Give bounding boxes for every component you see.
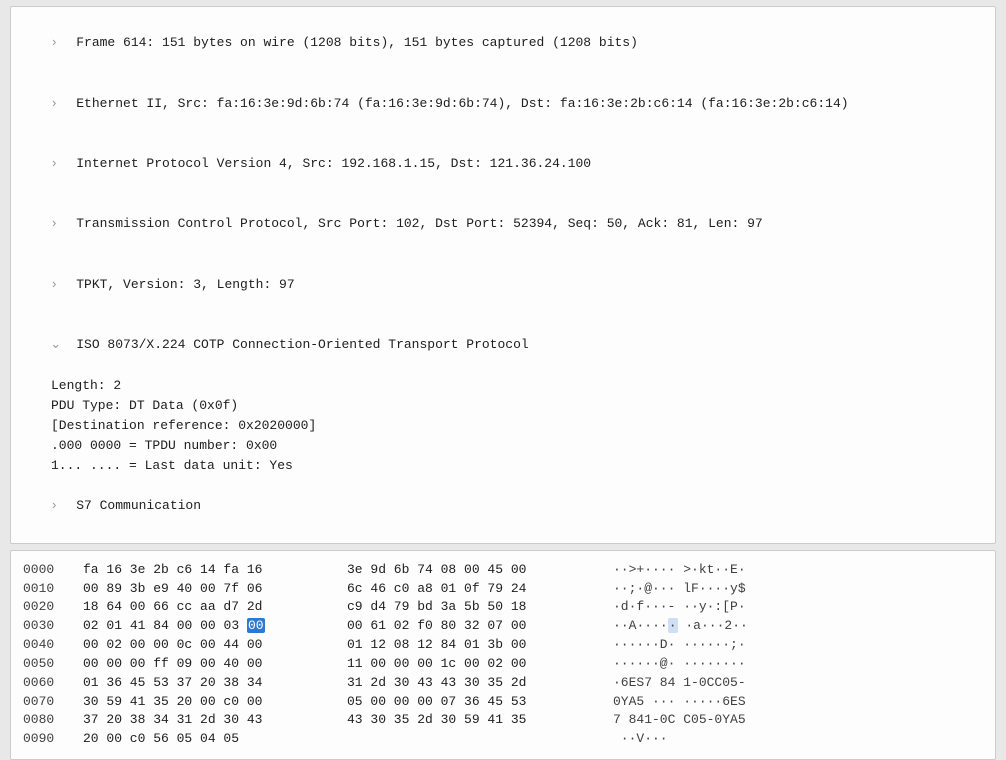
tree-item-s7[interactable]: ›S7 Communication [15,476,991,536]
hex-bytes-1[interactable]: 00 02 00 00 0c 00 44 00 [83,636,343,655]
tree-item-cotp-pdu[interactable]: PDU Type: DT Data (0x0f) [47,396,991,416]
hex-dump: 0000fa 16 3e 2b c6 14 fa 163e 9d 6b 74 0… [15,557,991,753]
chevron-right-icon: › [64,275,76,295]
tree-label: ISO 8073/X.224 COTP Connection-Oriented … [76,337,528,352]
hex-bytes-2[interactable]: c9 d4 79 bd 3a 5b 50 18 [347,598,597,617]
hex-bytes-2[interactable]: 6c 46 c0 a8 01 0f 79 24 [347,580,597,599]
tree-label: Length: 2 [51,378,121,393]
hex-ascii[interactable]: ······D· ······;· [601,636,983,655]
hex-ascii[interactable]: ·6ES7 84 1-0CC05- [601,674,983,693]
hex-bytes-1[interactable]: fa 16 3e 2b c6 14 fa 16 [83,561,343,580]
hex-offset: 0010 [23,580,79,599]
chevron-right-icon: › [64,33,76,53]
hex-ascii[interactable]: ······@· ········ [601,655,983,674]
hex-ascii[interactable]: ··V··· [601,730,983,749]
hex-bytes-1[interactable]: 00 00 00 ff 09 00 40 00 [83,655,343,674]
hex-bytes-1[interactable]: 18 64 00 66 cc aa d7 2d [83,598,343,617]
chevron-right-icon: › [64,214,76,234]
hex-bytes-2[interactable]: 11 00 00 00 1c 00 02 00 [347,655,597,674]
tree-item-cotp-dstref[interactable]: [Destination reference: 0x2020000] [47,416,991,436]
hex-offset: 0080 [23,711,79,730]
hex-offset: 0070 [23,693,79,712]
hex-ascii[interactable]: 0YA5 ··· ·····6ES [601,693,983,712]
hex-bytes-1[interactable]: 20 00 c0 56 05 04 05 [83,730,343,749]
tree-label: S7 Communication [76,498,201,513]
hex-bytes-2[interactable]: 01 12 08 12 84 01 3b 00 [347,636,597,655]
hex-bytes-2[interactable]: 31 2d 30 43 43 30 35 2d [347,674,597,693]
hex-offset: 0090 [23,730,79,749]
tree-label: 1... .... = Last data unit: Yes [51,458,293,473]
tree-item-ip[interactable]: ›Internet Protocol Version 4, Src: 192.1… [15,134,991,194]
hex-bytes-2[interactable]: 05 00 00 00 07 36 45 53 [347,693,597,712]
hex-bytes-1[interactable]: 00 89 3b e9 40 00 7f 06 [83,580,343,599]
hex-offset: 0050 [23,655,79,674]
tree-label: Internet Protocol Version 4, Src: 192.16… [76,156,591,171]
chevron-right-icon: › [64,94,76,114]
tree-label: Ethernet II, Src: fa:16:3e:9d:6b:74 (fa:… [76,96,848,111]
hex-bytes-2[interactable]: 00 61 02 f0 80 32 07 00 [347,617,597,636]
highlighted-byte: 00 [247,618,265,633]
packet-details-pane[interactable]: ›Frame 614: 151 bytes on wire (1208 bits… [10,6,996,544]
hex-bytes-1[interactable]: 02 01 41 84 00 00 03 00 [83,617,343,636]
hex-ascii[interactable]: ··>+···· >·kt··E· [601,561,983,580]
tree-label: Transmission Control Protocol, Src Port:… [76,216,763,231]
tree-children-cotp: Length: 2 PDU Type: DT Data (0x0f) [Dest… [15,376,991,477]
hex-bytes-2[interactable]: 3e 9d 6b 74 08 00 45 00 [347,561,597,580]
highlighted-ascii: · [668,618,678,633]
hex-bytes-1[interactable]: 37 20 38 34 31 2d 30 43 [83,711,343,730]
hex-ascii[interactable]: ·d·f···- ··y·:[P· [601,598,983,617]
tree-label: Frame 614: 151 bytes on wire (1208 bits)… [76,35,638,50]
hex-ascii[interactable]: 7 841-0C C05-0YA5 [601,711,983,730]
tree-item-cotp-length[interactable]: Length: 2 [47,376,991,396]
tree-label: TPKT, Version: 3, Length: 97 [76,277,294,292]
tree-label: PDU Type: DT Data (0x0f) [51,398,238,413]
hex-ascii[interactable]: ··A····· ·a···2·· [601,617,983,636]
hex-offset: 0040 [23,636,79,655]
hex-offset: 0020 [23,598,79,617]
hex-offset: 0060 [23,674,79,693]
hex-bytes-1[interactable]: 30 59 41 35 20 00 c0 00 [83,693,343,712]
hex-bytes-1[interactable]: 01 36 45 53 37 20 38 34 [83,674,343,693]
hex-bytes-2[interactable] [347,730,597,749]
tree-item-cotp-tpdunum[interactable]: .000 0000 = TPDU number: 0x00 [47,436,991,456]
hex-offset: 0000 [23,561,79,580]
tree-item-tcp[interactable]: ›Transmission Control Protocol, Src Port… [15,194,991,254]
tree-label: .000 0000 = TPDU number: 0x00 [51,438,277,453]
hex-ascii[interactable]: ··;·@··· lF····y$ [601,580,983,599]
packet-bytes-pane[interactable]: 0000fa 16 3e 2b c6 14 fa 163e 9d 6b 74 0… [10,550,996,760]
chevron-down-icon: ⌄ [64,335,76,355]
hex-bytes-2[interactable]: 43 30 35 2d 30 59 41 35 [347,711,597,730]
tree-item-frame[interactable]: ›Frame 614: 151 bytes on wire (1208 bits… [15,13,991,73]
hex-offset: 0030 [23,617,79,636]
tree-item-cotp-last[interactable]: 1... .... = Last data unit: Yes [47,456,991,476]
tree-label: [Destination reference: 0x2020000] [51,418,316,433]
tree-item-tpkt[interactable]: ›TPKT, Version: 3, Length: 97 [15,255,991,315]
chevron-right-icon: › [64,496,76,516]
tree-item-ethernet[interactable]: ›Ethernet II, Src: fa:16:3e:9d:6b:74 (fa… [15,73,991,133]
tree-item-cotp[interactable]: ⌄ISO 8073/X.224 COTP Connection-Oriented… [15,315,991,375]
chevron-right-icon: › [64,154,76,174]
